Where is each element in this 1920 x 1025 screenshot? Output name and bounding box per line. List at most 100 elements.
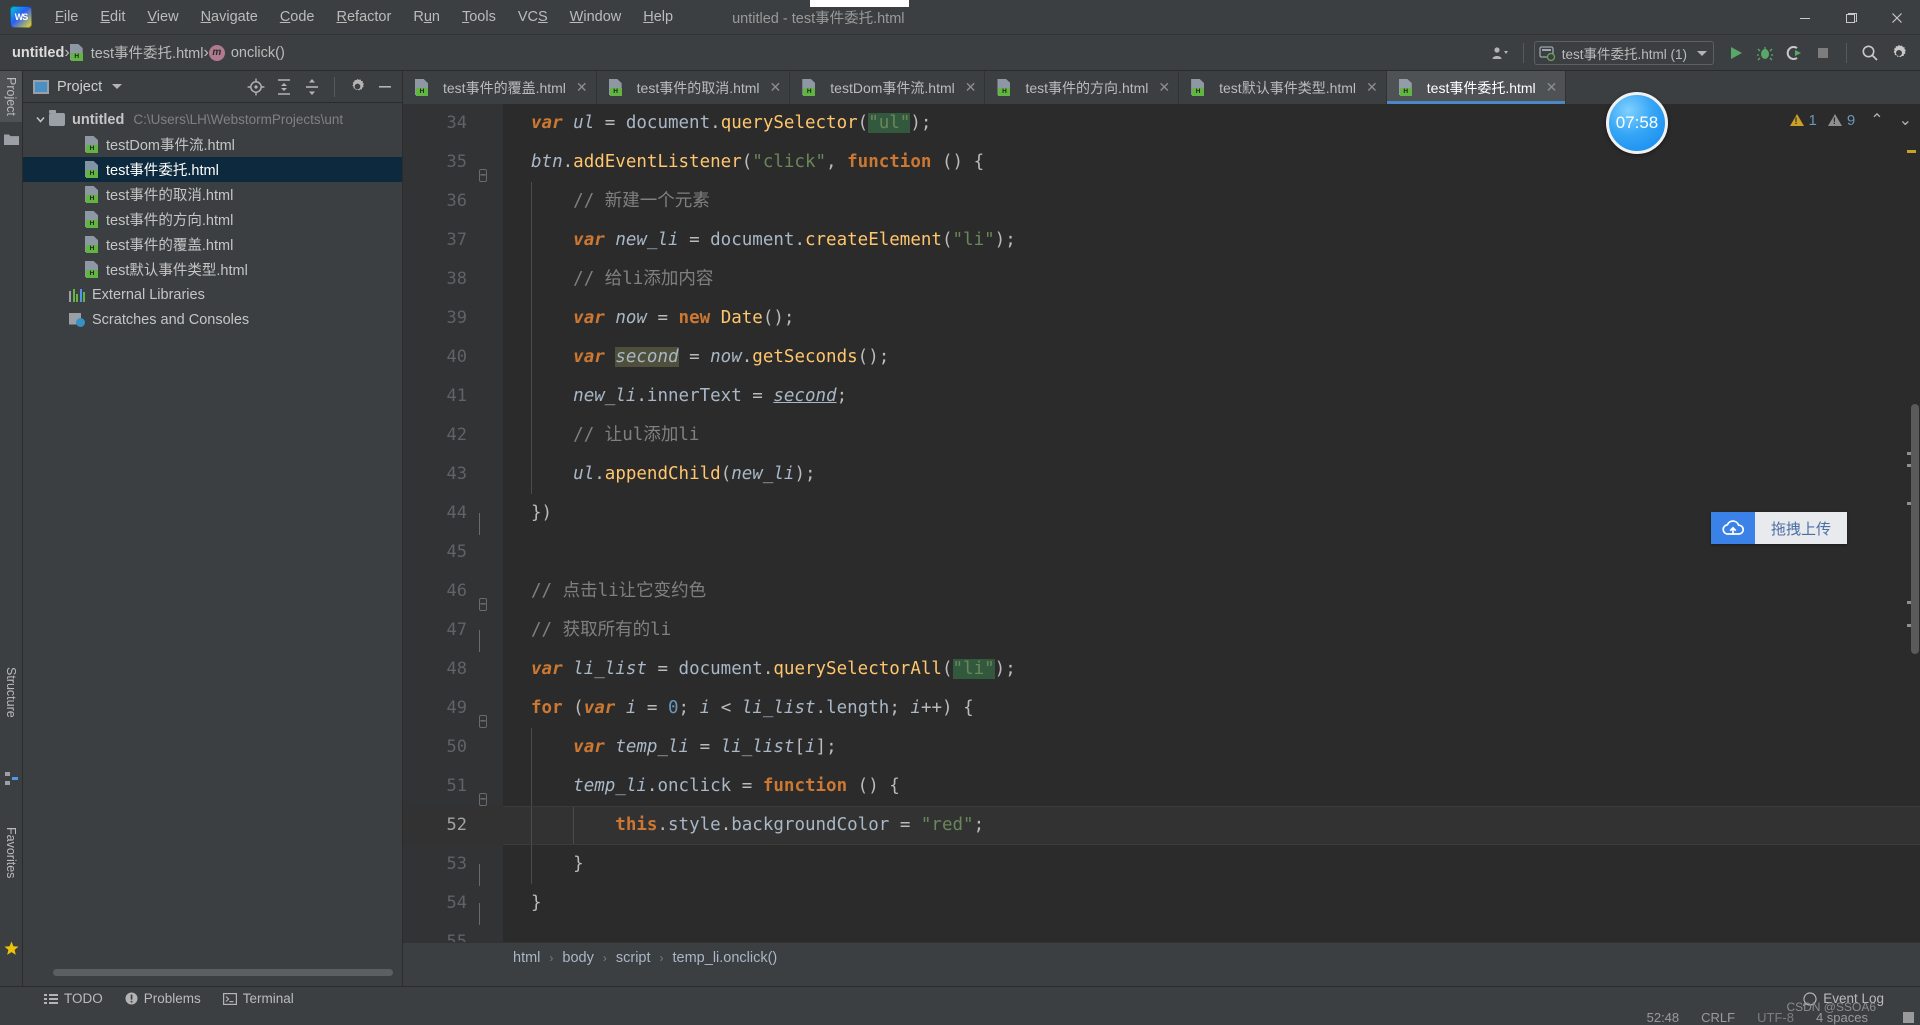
close-icon[interactable]: ✕ (1546, 79, 1558, 96)
code-line[interactable]: 48 var li_list = document.querySelectorAl… (403, 650, 1920, 689)
tree-row-file-5[interactable]: H test默认事件类型.html (23, 257, 402, 282)
tree-row-file-2[interactable]: H test事件的取消.html (23, 182, 402, 207)
code-line[interactable]: 36 // 新建一个元素 (403, 182, 1920, 221)
close-icon[interactable]: ✕ (1366, 79, 1378, 96)
close-icon[interactable]: ✕ (1158, 79, 1170, 96)
menu-navigate[interactable]: Navigate (190, 5, 269, 29)
screen-recorder-timer[interactable]: 07:58 (1606, 92, 1668, 154)
code-line[interactable]: 43 ul.appendChild(new_li); (403, 455, 1920, 494)
tool-window-button-structure[interactable]: Structure (0, 661, 22, 724)
menu-file[interactable]: File (44, 5, 89, 29)
settings-icon[interactable] (344, 74, 370, 100)
line-separator[interactable]: CRLF (1701, 1010, 1735, 1025)
fold-end-icon[interactable] (479, 505, 494, 535)
search-everywhere-icon[interactable] (1857, 40, 1883, 66)
close-icon[interactable]: ✕ (576, 79, 588, 96)
menu-tools[interactable]: Tools (451, 5, 507, 29)
code-line[interactable]: 51− temp_li.onclick = function () { (403, 767, 1920, 806)
close-button[interactable] (1874, 0, 1920, 35)
editor-tab-1[interactable]: H test事件的取消.html ✕ (597, 71, 791, 104)
code-line[interactable]: 52 this.style.backgroundColor = "red"; (403, 806, 1920, 845)
fold-collapse-icon[interactable]: − (479, 154, 494, 182)
editor-tab-4[interactable]: H test默认事件类型.html ✕ (1179, 71, 1387, 104)
editor-code-area[interactable]: 34 var ul = document.querySelector("ul");… (403, 104, 1920, 942)
menu-vcs[interactable]: VCS (507, 5, 559, 29)
tree-row-file-4[interactable]: H test事件的覆盖.html (23, 232, 402, 257)
tool-window-button-problems[interactable]: Problems (117, 991, 215, 1006)
menu-window[interactable]: Window (559, 5, 633, 29)
code-line[interactable]: 40 var second = now.getSeconds(); (403, 338, 1920, 377)
menu-help[interactable]: Help (632, 5, 684, 29)
collapse-all-icon[interactable] (299, 74, 325, 100)
tree-row-root[interactable]: untitled C:\Users\LH\WebstormProjects\un… (23, 107, 402, 132)
code-line[interactable]: 47 // 获取所有的li (403, 611, 1920, 652)
close-icon[interactable]: ✕ (770, 79, 782, 96)
tree-row-external-libraries[interactable]: External Libraries (23, 282, 402, 307)
code-line[interactable]: 44}) (403, 494, 1920, 535)
menu-view[interactable]: View (136, 5, 189, 29)
inspection-widget[interactable]: 1 9 ⌃ ⌄ (1789, 110, 1912, 130)
debug-icon[interactable] (1752, 40, 1778, 66)
menu-refactor[interactable]: Refactor (326, 5, 403, 29)
breadcrumb-method[interactable]: onclick() (231, 45, 285, 61)
code-line[interactable]: 49− for (var i = 0; i < li_list.length; i… (403, 689, 1920, 728)
run-configuration-selector[interactable]: test事件委托.html (1) (1533, 41, 1714, 65)
crumb-body[interactable]: body (562, 950, 593, 966)
code-line[interactable]: 45 (403, 533, 1920, 572)
tool-window-button-todo[interactable]: TODO (36, 991, 117, 1006)
minimize-button[interactable] (1782, 0, 1828, 35)
code-line[interactable]: 35− btn.addEventListener("click", functio… (403, 143, 1920, 182)
breadcrumb-project[interactable]: untitled (12, 45, 64, 61)
fold-end-icon[interactable] (479, 622, 494, 652)
editor-tab-5[interactable]: H test事件委托.html ✕ (1386, 71, 1567, 104)
editor-tab-2[interactable]: H testDom事件流.html ✕ (790, 71, 986, 104)
favorites-star-icon[interactable] (4, 941, 19, 956)
chevron-down-icon[interactable] (112, 84, 123, 89)
code-line[interactable]: 38 // 给li添加内容 (403, 260, 1920, 299)
breadcrumb-file[interactable]: test事件委托.html (91, 42, 204, 63)
fold-end-icon[interactable] (479, 895, 494, 925)
tool-window-button-project[interactable]: Project (0, 71, 22, 122)
maximize-button[interactable] (1828, 0, 1874, 35)
fold-collapse-icon[interactable]: − (479, 700, 494, 728)
expand-all-icon[interactable] (271, 74, 297, 100)
resize-grip[interactable] (1903, 1012, 1914, 1023)
settings-icon[interactable] (1886, 40, 1912, 66)
chevron-down-icon[interactable] (33, 113, 47, 127)
tool-window-button-favorites[interactable]: Favorites (0, 821, 22, 884)
code-editor[interactable]: 34 var ul = document.querySelector("ul");… (403, 104, 1920, 942)
menu-run[interactable]: Run (402, 5, 451, 29)
menu-code[interactable]: Code (269, 5, 326, 29)
tree-row-file-3[interactable]: H test事件的方向.html (23, 207, 402, 232)
crumb-html[interactable]: html (513, 950, 540, 966)
tool-window-button-terminal[interactable]: Terminal (215, 991, 308, 1006)
next-problem-icon[interactable]: ⌄ (1899, 110, 1912, 130)
hide-panel-icon[interactable] (372, 74, 398, 100)
fold-end-icon[interactable] (479, 856, 494, 886)
editor-tab-0[interactable]: H test事件的覆盖.html ✕ (403, 71, 597, 104)
code-line[interactable]: 54} (403, 884, 1920, 925)
tree-row-file-1[interactable]: H test事件委托.html (23, 157, 402, 182)
locate-icon[interactable] (243, 74, 269, 100)
code-line[interactable]: 53 } (403, 845, 1920, 886)
project-horizontal-scrollbar[interactable] (53, 969, 393, 976)
user-avatar-icon[interactable] (1487, 40, 1513, 66)
code-line[interactable]: 37 var new_li = document.createElement("… (403, 221, 1920, 260)
stop-icon[interactable] (1810, 40, 1836, 66)
run-icon[interactable] (1723, 40, 1749, 66)
code-line[interactable]: 39 var now = new Date(); (403, 299, 1920, 338)
fold-collapse-icon[interactable]: − (479, 778, 494, 806)
tree-row-scratches[interactable]: Scratches and Consoles (23, 307, 402, 332)
code-line[interactable]: 34 var ul = document.querySelector("ul"); (403, 104, 1920, 143)
editor-tab-3[interactable]: H test事件的方向.html ✕ (985, 71, 1180, 104)
code-line[interactable]: 50 var temp_li = li_list[i]; (403, 728, 1920, 767)
upload-widget[interactable]: 拖拽上传 (1711, 512, 1847, 544)
project-folder-icon[interactable] (4, 133, 19, 148)
fold-collapse-icon[interactable]: − (479, 583, 494, 611)
coverage-icon[interactable] (1781, 40, 1807, 66)
code-line[interactable]: 42 // 让ul添加li (403, 416, 1920, 455)
crumb-method[interactable]: temp_li.onclick() (673, 950, 778, 966)
previous-problem-icon[interactable]: ⌃ (1870, 110, 1883, 130)
close-icon[interactable]: ✕ (965, 79, 977, 96)
menu-edit[interactable]: Edit (89, 5, 136, 29)
